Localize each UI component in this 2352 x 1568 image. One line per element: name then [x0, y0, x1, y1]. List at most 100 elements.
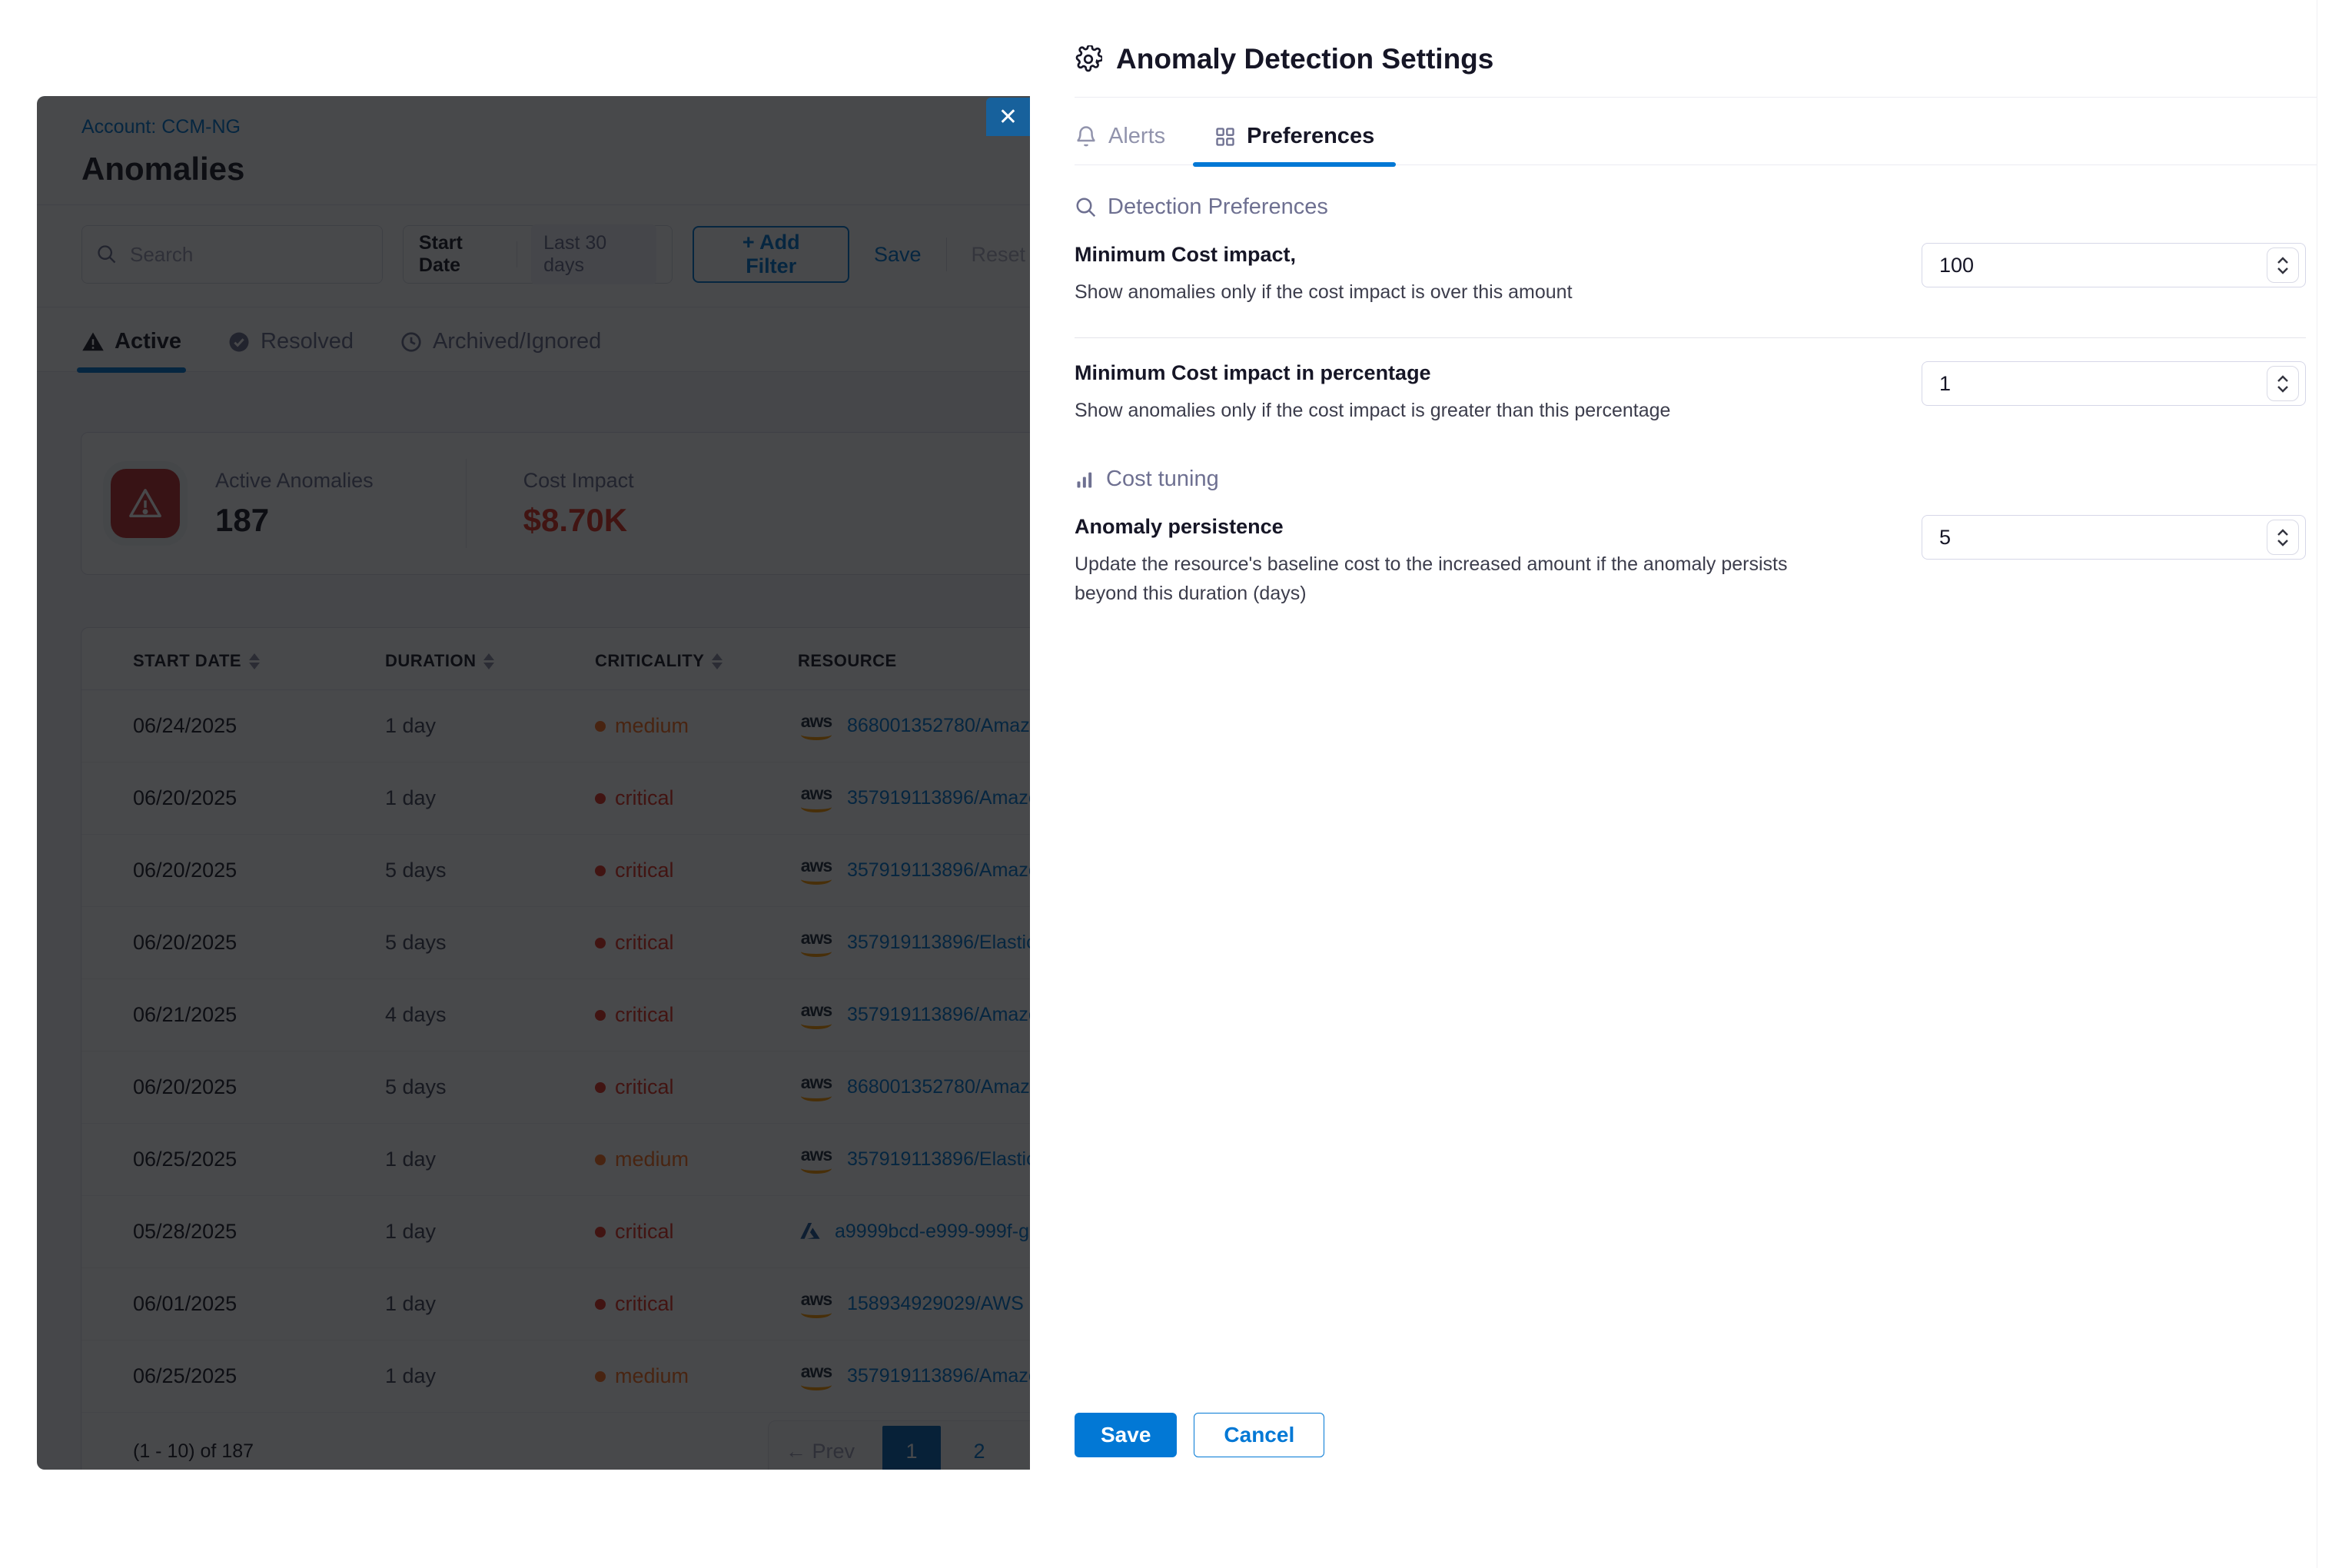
- close-drawer-button[interactable]: ✕: [986, 98, 1030, 136]
- table-row: 06/20/2025 5 days critical aws 357919113…: [81, 907, 1030, 979]
- divider: [1075, 97, 2317, 98]
- start-date-label: Start Date: [419, 232, 503, 277]
- tab-archived-ignored[interactable]: Archived/Ignored: [400, 329, 601, 371]
- search-icon: [1075, 196, 1098, 219]
- resource-link[interactable]: 357919113896/Elastic Lo: [847, 932, 1030, 954]
- column-header-start-date[interactable]: START DATE: [133, 651, 385, 671]
- criticality-label: medium: [615, 1148, 689, 1171]
- cell-duration: 1 day: [385, 1148, 595, 1171]
- table-row: 06/24/2025 1 day medium aws 868001352780…: [81, 690, 1030, 762]
- resource-link[interactable]: 357919113896/Amazon: [847, 787, 1030, 809]
- anomaly-persistence-input-wrap: [1922, 515, 2306, 560]
- section-heading: Cost tuning: [1106, 467, 1219, 492]
- page-header: Account: CCM-NG Anomalies: [37, 96, 1030, 205]
- cell-criticality: medium: [595, 714, 798, 738]
- chevron-up-icon: [2277, 375, 2289, 383]
- tab-resolved[interactable]: Resolved: [228, 329, 354, 371]
- cell-resource: aws 868001352780/Amazon: [798, 713, 1030, 740]
- search-input[interactable]: [128, 242, 368, 267]
- resource-link[interactable]: 868001352780/Amazon: [847, 715, 1030, 737]
- breadcrumb-account[interactable]: Account: CCM-NG: [81, 116, 1030, 138]
- criticality-dot-icon: [595, 793, 606, 804]
- resource-link[interactable]: 357919113896/Amazon: [847, 859, 1030, 882]
- criticality-dot-icon: [595, 1154, 606, 1165]
- setting-min-cost-impact-percentage: Minimum Cost impact in percentage Show a…: [1075, 361, 2352, 425]
- cell-duration: 1 day: [385, 786, 595, 810]
- table-row: 06/20/2025 5 days critical aws 357919113…: [81, 835, 1030, 907]
- cell-resource: aws 357919113896/Elastic Lo: [798, 929, 1030, 957]
- table-row: 06/20/2025 5 days critical aws 868001352…: [81, 1051, 1030, 1124]
- active-anomalies-stat: Active Anomalies 187: [215, 469, 374, 539]
- reset-filter-button[interactable]: Reset: [966, 242, 1030, 267]
- chevron-down-icon: [2277, 267, 2289, 274]
- cell-resource: aws 357919113896/Amazon: [798, 1363, 1030, 1390]
- resource-link[interactable]: 357919113896/Elastic Lo: [847, 1148, 1030, 1171]
- bell-icon: [1075, 125, 1098, 148]
- min-cost-percentage-input[interactable]: [1922, 361, 2306, 406]
- save-button[interactable]: Save: [1075, 1413, 1177, 1457]
- stat-value: $8.70K: [523, 502, 634, 539]
- save-filter-button[interactable]: Save: [869, 242, 926, 267]
- cell-resource: aws 357919113896/Amazon: [798, 785, 1030, 812]
- criticality-dot-icon: [595, 938, 606, 948]
- min-cost-impact-input[interactable]: [1922, 243, 2306, 287]
- aws-icon: aws: [798, 1146, 835, 1174]
- page-title: Anomalies: [81, 151, 1030, 188]
- page-button[interactable]: 1: [882, 1426, 941, 1470]
- sort-icon[interactable]: [712, 653, 723, 669]
- criticality-dot-icon: [595, 1227, 606, 1237]
- criticality-dot-icon: [595, 865, 606, 876]
- tab-active[interactable]: Active: [81, 329, 181, 371]
- prev-page-button[interactable]: ← Prev: [786, 1440, 855, 1463]
- filter-bar: Start Date Last 30 days + Add Filter Sav…: [37, 205, 1030, 307]
- sort-icon[interactable]: [249, 653, 260, 669]
- pagination-range: (1 - 10) of 187: [133, 1440, 254, 1463]
- aws-icon: aws: [798, 785, 835, 812]
- criticality-label: critical: [615, 786, 674, 810]
- setting-label: Anomaly persistence: [1075, 515, 1835, 539]
- grid-icon: [1214, 126, 1236, 148]
- number-stepper[interactable]: [2267, 247, 2299, 283]
- add-filter-button[interactable]: + Add Filter: [693, 226, 849, 283]
- criticality-dot-icon: [595, 1082, 606, 1093]
- table-row: 06/25/2025 1 day medium aws 357919113896…: [81, 1340, 1030, 1413]
- cell-start-date: 06/20/2025: [133, 931, 385, 955]
- tab-label: Resolved: [261, 329, 354, 354]
- divider: [466, 459, 467, 548]
- page-button[interactable]: 2: [950, 1426, 1008, 1470]
- drawer-title: Anomaly Detection Settings: [1116, 43, 1493, 75]
- column-header-criticality[interactable]: CRITICALITY: [595, 651, 798, 671]
- divider: [1075, 337, 2306, 338]
- table-row: 06/25/2025 1 day medium aws 357919113896…: [81, 1124, 1030, 1196]
- resource-link[interactable]: 357919113896/Amazon: [847, 1004, 1030, 1026]
- table-header-row: START DATE DURATION CRITICALITY RESOURCE: [81, 628, 1030, 690]
- number-stepper[interactable]: [2267, 366, 2299, 401]
- resource-link[interactable]: 357919113896/Amazon: [847, 1365, 1030, 1387]
- cell-duration: 5 days: [385, 859, 595, 882]
- sort-icon[interactable]: [483, 653, 494, 669]
- stat-label: Cost Impact: [523, 469, 634, 493]
- table-row: 06/20/2025 1 day critical aws 3579191138…: [81, 762, 1030, 835]
- anomaly-persistence-input[interactable]: [1922, 515, 2306, 560]
- aws-icon: aws: [798, 857, 835, 885]
- cell-duration: 4 days: [385, 1003, 595, 1027]
- aws-icon: aws: [798, 1363, 835, 1390]
- cell-duration: 1 day: [385, 1292, 595, 1316]
- resource-link[interactable]: 158934929029/AWS Co: [847, 1293, 1030, 1315]
- page-button[interactable]: 3: [1018, 1426, 1030, 1470]
- start-date-filter[interactable]: Start Date Last 30 days: [403, 225, 673, 284]
- setting-text: Minimum Cost impact, Show anomalies only…: [1075, 243, 1573, 307]
- tab-alerts[interactable]: Alerts: [1075, 124, 1165, 164]
- criticality-label: critical: [615, 1220, 674, 1244]
- tab-label: Archived/Ignored: [433, 329, 601, 354]
- search-icon: [96, 244, 118, 265]
- anomaly-tabs: Active Resolved Archived/Ignored: [37, 307, 1030, 372]
- number-stepper[interactable]: [2267, 520, 2299, 555]
- resource-link[interactable]: a9999bcd-e999-999f-g: [835, 1221, 1029, 1243]
- cancel-button[interactable]: Cancel: [1194, 1413, 1324, 1457]
- resource-link[interactable]: 868001352780/Amazon: [847, 1076, 1030, 1098]
- column-header-duration[interactable]: DURATION: [385, 651, 595, 671]
- tab-preferences[interactable]: Preferences: [1214, 124, 1374, 164]
- start-date-value-chip[interactable]: Last 30 days: [531, 224, 656, 284]
- search-box[interactable]: [81, 225, 383, 284]
